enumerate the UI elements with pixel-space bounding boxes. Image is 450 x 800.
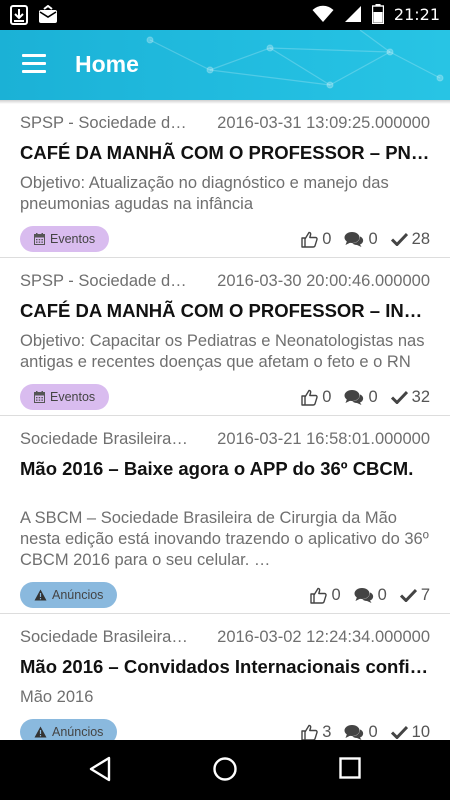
check-stat[interactable]: 28 — [390, 229, 430, 249]
feed-card[interactable]: Sociedade Brasileira de Cirurgia da Mão … — [0, 416, 450, 614]
like-count: 3 — [322, 722, 332, 741]
comment-count: 0 — [377, 585, 387, 604]
network-pattern-icon — [146, 30, 444, 89]
card-title: CAFÉ DA MANHÃ COM O PROFESSOR – INFECÇÕE… — [20, 300, 430, 321]
card-source: SPSP - Sociedade de Pediatria de São Pau… — [20, 272, 188, 290]
card-title: Mão 2016 – Convidados Internacionais con… — [20, 656, 430, 677]
card-footer: Eventos 0 0 32 — [20, 379, 430, 415]
category-badge[interactable]: Eventos — [20, 384, 110, 410]
check-count: 10 — [411, 722, 430, 741]
home-icon[interactable] — [212, 756, 238, 782]
card-title: CAFÉ DA MANHÃ COM O PROFESSOR – PNEUMONI… — [20, 142, 430, 163]
card-footer: Anúncios 0 0 7 — [20, 577, 430, 613]
comment-stat[interactable]: 0 — [344, 387, 378, 407]
app-bar: Home — [0, 30, 450, 100]
feed-card[interactable]: SPSP - Sociedade de Pediatria de São Pau… — [0, 100, 450, 258]
category-label: Anúncios — [52, 725, 104, 739]
app-bar-shadow — [0, 100, 450, 104]
thumbs-up-icon — [301, 389, 318, 406]
check-count: 28 — [411, 229, 430, 248]
warning-icon — [34, 589, 47, 601]
like-stat[interactable]: 3 — [301, 722, 332, 741]
comment-count: 0 — [368, 387, 378, 406]
card-description: Objetivo: Capacitar os Pediatras e Neona… — [20, 332, 425, 371]
feed-card[interactable]: Sociedade Brasileira de Cirurgia da Mão … — [0, 614, 450, 740]
calendar-icon — [34, 391, 45, 403]
comments-icon — [354, 588, 373, 603]
check-stat[interactable]: 32 — [390, 387, 430, 407]
card-stats: 0 0 7 — [310, 586, 430, 605]
check-stat[interactable]: 7 — [399, 585, 430, 605]
check-icon — [390, 232, 408, 246]
card-date: 2016-03-02 12:24:34.000000 — [217, 628, 430, 646]
check-icon — [390, 390, 408, 404]
card-title: Mão 2016 – Baixe agora o APP do 36º CBCM… — [20, 458, 414, 479]
like-stat[interactable]: 0 — [301, 230, 331, 249]
card-date: 2016-03-30 20:00:46.000000 — [217, 272, 430, 290]
card-meta: Sociedade Brasileira de Cirurgia da Mão … — [20, 626, 430, 650]
calendar-icon — [34, 233, 45, 245]
back-icon[interactable] — [88, 756, 112, 782]
comment-stat[interactable]: 0 — [344, 722, 378, 741]
navigation-bar — [0, 740, 450, 800]
category-badge[interactable]: Anúncios — [20, 719, 118, 740]
comment-stat[interactable]: 0 — [344, 229, 378, 249]
comments-icon — [344, 390, 364, 405]
like-stat[interactable]: 0 — [301, 388, 331, 407]
like-count: 0 — [322, 229, 332, 248]
comment-stat[interactable]: 0 — [354, 586, 387, 605]
check-icon — [399, 588, 417, 602]
comment-count: 0 — [368, 229, 378, 248]
page-title: Home — [75, 51, 139, 77]
card-stats: 0 0 32 — [301, 388, 430, 407]
card-description: Mão 2016 — [20, 688, 94, 706]
card-footer: Anúncios 3 0 10 — [20, 714, 430, 740]
card-description: Objetivo: Atualização no diagnóstico e m… — [20, 174, 389, 213]
thumbs-up-icon — [301, 724, 318, 740]
mail-icon — [39, 5, 57, 23]
check-count: 32 — [411, 387, 430, 406]
like-count: 0 — [322, 387, 332, 406]
clock: 21:21 — [393, 4, 440, 24]
category-label: Eventos — [50, 390, 96, 404]
card-date: 2016-03-31 13:09:25.000000 — [217, 114, 430, 132]
category-label: Eventos — [50, 232, 96, 246]
comments-icon — [344, 725, 364, 740]
card-footer: Eventos 0 0 28 — [20, 221, 430, 257]
card-meta: SPSP - Sociedade de Pediatria de São Pau… — [20, 112, 430, 136]
category-label: Anúncios — [52, 588, 104, 602]
card-stats: 3 0 10 — [301, 722, 430, 741]
card-meta: Sociedade Brasileira de Cirurgia da Mão … — [20, 428, 430, 452]
check-icon — [390, 725, 408, 739]
battery-icon — [371, 4, 384, 24]
like-stat[interactable]: 0 — [310, 585, 341, 605]
card-stats: 0 0 28 — [301, 230, 430, 249]
card-description: A SBCM – Sociedade Brasileira de Cirurgi… — [20, 509, 429, 569]
card-source: SPSP - Sociedade de Pediatria de São Pau… — [20, 114, 188, 132]
wifi-icon — [312, 5, 334, 22]
thumbs-up-icon — [301, 231, 318, 248]
check-count: 7 — [420, 585, 430, 604]
comment-count: 0 — [368, 722, 378, 741]
like-count: 0 — [331, 585, 341, 604]
warning-icon — [34, 726, 47, 738]
category-badge[interactable]: Anúncios — [20, 582, 118, 608]
recents-icon[interactable] — [339, 757, 361, 779]
comments-icon — [344, 232, 364, 247]
download-icon — [10, 5, 28, 25]
feed-card[interactable]: SPSP - Sociedade de Pediatria de São Pau… — [0, 258, 450, 416]
card-meta: SPSP - Sociedade de Pediatria de São Pau… — [20, 270, 430, 294]
news-feed[interactable]: SPSP - Sociedade de Pediatria de São Pau… — [0, 100, 450, 740]
thumbs-up-icon — [310, 587, 328, 604]
hamburger-menu-icon[interactable] — [22, 54, 48, 74]
signal-icon — [344, 6, 361, 22]
card-source: Sociedade Brasileira de Cirurgia da Mão — [20, 430, 188, 448]
category-badge[interactable]: Eventos — [20, 226, 110, 252]
status-bar: 21:21 — [0, 0, 450, 30]
check-stat[interactable]: 10 — [390, 722, 430, 741]
card-source: Sociedade Brasileira de Cirurgia da Mão — [20, 628, 188, 646]
card-date: 2016-03-21 16:58:01.000000 — [217, 430, 430, 448]
